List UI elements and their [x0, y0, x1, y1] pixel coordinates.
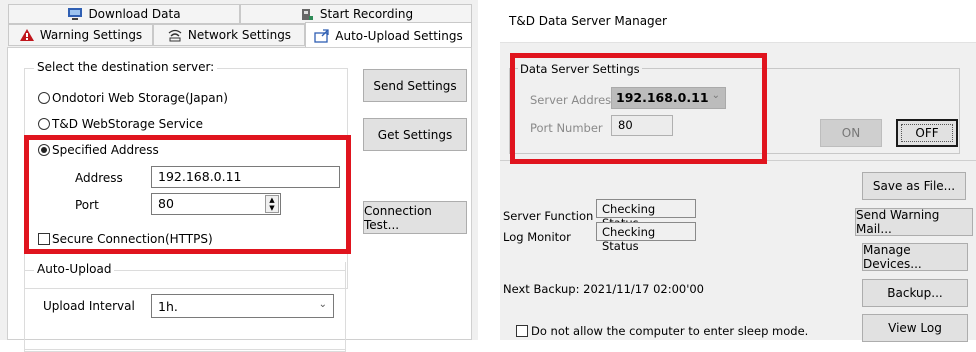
upload-interval-value: 1h.	[158, 299, 178, 314]
radio-ondotori-web-storage[interactable]: Ondotori Web Storage(Japan)	[38, 91, 228, 105]
highlight-box	[24, 135, 351, 254]
tab-start-recording[interactable]: Start Recording	[240, 4, 472, 24]
log-monitor-status: Checking Status	[596, 222, 696, 253]
server-function-label: Server Function	[503, 209, 594, 223]
on-button[interactable]: ON	[820, 119, 882, 147]
prevent-sleep-label: Do not allow the computer to enter sleep…	[531, 324, 809, 338]
manage-devices-button[interactable]: Manage Devices...	[862, 243, 968, 271]
upload-interval-select[interactable]: 1h. ⌄	[151, 294, 334, 318]
tab-auto-upload-settings[interactable]: Auto-Upload Settings	[305, 22, 472, 48]
tab-network-settings-label: Network Settings	[187, 28, 292, 42]
backup-button[interactable]: Backup...	[862, 279, 968, 307]
title-bar: T&D Data Server Manager	[500, 0, 976, 43]
radio-td-webstorage-service[interactable]: T&D WebStorage Service	[38, 117, 203, 131]
connection-test-button[interactable]: Connection Test...	[363, 201, 467, 234]
prevent-sleep-checkbox[interactable]: Do not allow the computer to enter sleep…	[516, 324, 808, 338]
view-log-button[interactable]: View Log	[862, 314, 968, 342]
upload-interval-label: Upload Interval	[43, 299, 135, 313]
radio-label: T&D WebStorage Service	[52, 117, 204, 131]
radio-circle	[38, 118, 50, 130]
chevron-down-icon: ⌄	[318, 299, 327, 310]
get-settings-button[interactable]: Get Settings	[363, 118, 467, 151]
network-icon	[167, 28, 183, 42]
tab-start-recording-label: Start Recording	[319, 7, 414, 21]
data-server-manager-window: T&D Data Server Manager Data Server Sett…	[500, 0, 976, 342]
warning-icon	[19, 28, 35, 42]
checkbox-box	[516, 325, 528, 337]
radio-circle	[38, 92, 50, 104]
off-button[interactable]: OFF	[896, 119, 958, 147]
highlight-box	[510, 53, 767, 164]
send-warning-mail-button[interactable]: Send Warning Mail...	[855, 208, 973, 236]
tab-download-data[interactable]: Download Data	[8, 4, 240, 24]
log-monitor-label: Log Monitor	[503, 230, 571, 244]
window-title: T&D Data Server Manager	[509, 14, 667, 28]
next-backup-label: Next Backup: 2021/11/17 02:00'00	[503, 282, 705, 296]
start-recording-icon	[299, 7, 315, 21]
radio-label: Ondotori Web Storage(Japan)	[52, 91, 228, 105]
download-data-icon	[67, 7, 83, 21]
save-as-file-button[interactable]: Save as File...	[862, 172, 966, 200]
tab-warning-settings[interactable]: Warning Settings	[8, 24, 153, 46]
auto-upload-legend: Auto-Upload	[34, 262, 115, 276]
device-settings-panel: Download Data Start Recording Warning Se…	[0, 0, 478, 352]
tab-warning-settings-label: Warning Settings	[39, 28, 143, 42]
tab-download-data-label: Download Data	[88, 7, 181, 21]
tab-auto-upload-settings-label: Auto-Upload Settings	[335, 28, 463, 43]
send-settings-button[interactable]: Send Settings	[363, 69, 467, 102]
destination-server-legend: Select the destination server:	[34, 60, 218, 74]
server-function-status: Checking Status	[596, 199, 696, 230]
auto-upload-icon	[314, 28, 330, 43]
tab-network-settings[interactable]: Network Settings	[153, 24, 305, 46]
